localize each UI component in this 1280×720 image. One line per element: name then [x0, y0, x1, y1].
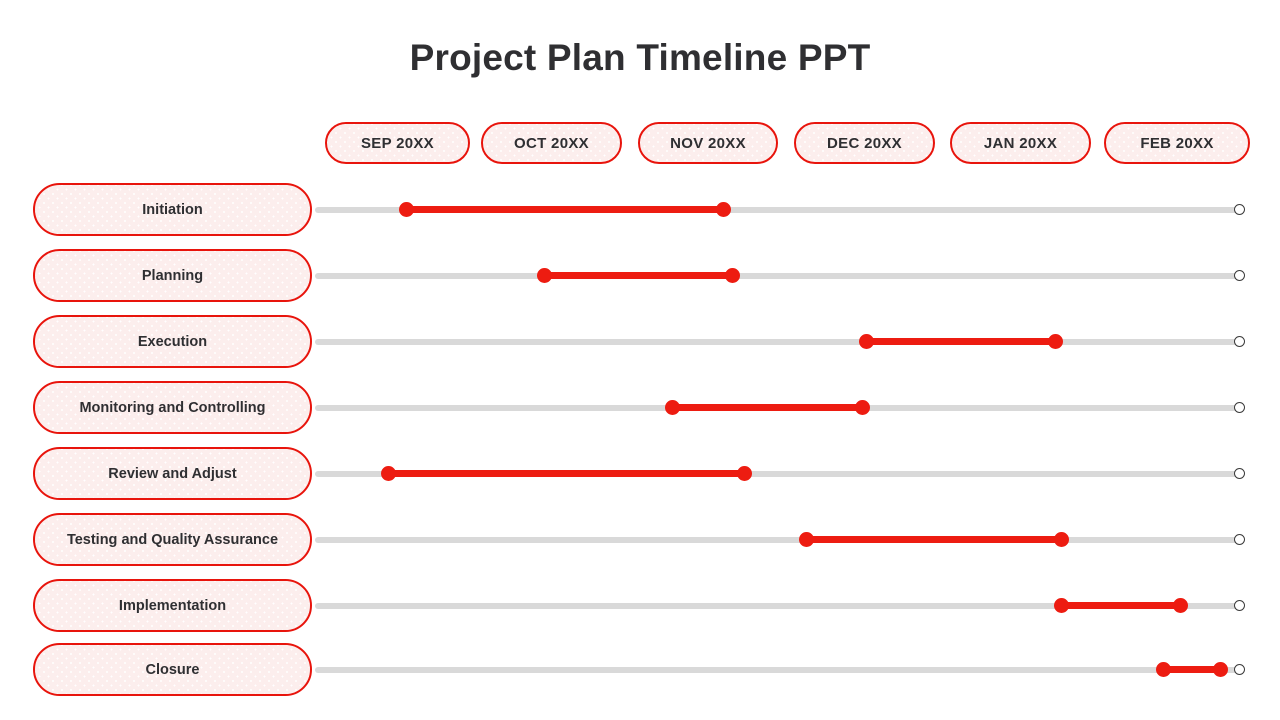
gantt-row: Implementation — [0, 579, 1280, 632]
gantt-bar[interactable] — [866, 338, 1055, 345]
gantt-bar[interactable] — [406, 206, 723, 213]
timeline-end-circle-icon — [1234, 336, 1245, 347]
gantt-bar-start-handle[interactable] — [536, 268, 552, 283]
gantt-bar[interactable] — [1061, 602, 1180, 609]
month-pill-label: DEC 20XX — [827, 134, 902, 152]
gantt-bar[interactable] — [672, 404, 862, 411]
gantt-bar-start-handle[interactable] — [858, 334, 874, 349]
month-pill-4[interactable]: JAN 20XX — [950, 122, 1091, 164]
gantt-row: Initiation — [0, 183, 1280, 236]
gantt-bar[interactable] — [1163, 666, 1220, 673]
gantt-track-area — [0, 183, 1280, 236]
gantt-bar-start-handle[interactable] — [798, 532, 814, 547]
timeline-end-circle-icon — [1234, 402, 1245, 413]
gantt-bar-start-handle[interactable] — [1155, 662, 1171, 677]
gantt-bar-end-handle[interactable] — [854, 400, 870, 415]
timeline-track — [315, 666, 1240, 673]
gantt-track-area — [0, 447, 1280, 500]
gantt-track-area — [0, 643, 1280, 696]
timeline-end-circle-icon — [1234, 664, 1245, 675]
month-pill-2[interactable]: NOV 20XX — [638, 122, 778, 164]
gantt-bar[interactable] — [544, 272, 732, 279]
timeline-end-circle-icon — [1234, 534, 1245, 545]
gantt-track-area — [0, 579, 1280, 632]
month-pill-5[interactable]: FEB 20XX — [1104, 122, 1250, 164]
month-header-row: SEP 20XX OCT 20XX NOV 20XX DEC 20XX JAN 20XX… — [325, 122, 1250, 164]
gantt-bar-start-handle[interactable] — [1053, 598, 1069, 613]
gantt-track-area — [0, 513, 1280, 566]
timeline-end-circle-icon — [1234, 468, 1245, 479]
gantt-bar-end-handle[interactable] — [1212, 662, 1228, 677]
timeline-end-circle-icon — [1234, 204, 1245, 215]
month-pill-label: NOV 20XX — [670, 134, 746, 152]
gantt-row: Closure — [0, 643, 1280, 696]
gantt-row: Planning — [0, 249, 1280, 302]
timeline-track — [315, 338, 1240, 345]
month-pill-label: FEB 20XX — [1140, 134, 1214, 152]
month-pill-label: OCT 20XX — [514, 134, 589, 152]
gantt-bar-end-handle[interactable] — [724, 268, 740, 283]
month-pill-label: JAN 20XX — [983, 134, 1058, 152]
gantt-row: Review and Adjust — [0, 447, 1280, 500]
gantt-row: Testing and Quality Assurance — [0, 513, 1280, 566]
month-pill-3[interactable]: DEC 20XX — [794, 122, 935, 164]
slide-canvas: Project Plan Timeline PPT SEP 20XX OCT 20… — [0, 0, 1280, 720]
gantt-row: Execution — [0, 315, 1280, 368]
month-pill-label: SEP 20XX — [360, 134, 434, 152]
gantt-bar-end-handle[interactable] — [1053, 532, 1069, 547]
month-pill-0[interactable]: SEP 20XX — [325, 122, 470, 164]
gantt-row: Monitoring and Controlling — [0, 381, 1280, 434]
gantt-track-area — [0, 315, 1280, 368]
gantt-bar[interactable] — [388, 470, 744, 477]
gantt-bar-end-handle[interactable] — [1047, 334, 1063, 349]
gantt-bar[interactable] — [806, 536, 1061, 543]
timeline-end-circle-icon — [1234, 600, 1245, 611]
gantt-track-area — [0, 381, 1280, 434]
gantt-bar-start-handle[interactable] — [380, 466, 396, 481]
timeline-end-circle-icon — [1234, 270, 1245, 281]
month-pill-1[interactable]: OCT 20XX — [481, 122, 622, 164]
timeline-track — [315, 272, 1240, 279]
timeline-track — [315, 536, 1240, 543]
gantt-bar-end-handle[interactable] — [715, 202, 731, 217]
page-title: Project Plan Timeline PPT — [409, 37, 871, 78]
gantt-bar-end-handle[interactable] — [736, 466, 752, 481]
gantt-bar-start-handle[interactable] — [664, 400, 680, 415]
gantt-track-area — [0, 249, 1280, 302]
gantt-bar-end-handle[interactable] — [1172, 598, 1188, 613]
gantt-bar-start-handle[interactable] — [398, 202, 414, 217]
